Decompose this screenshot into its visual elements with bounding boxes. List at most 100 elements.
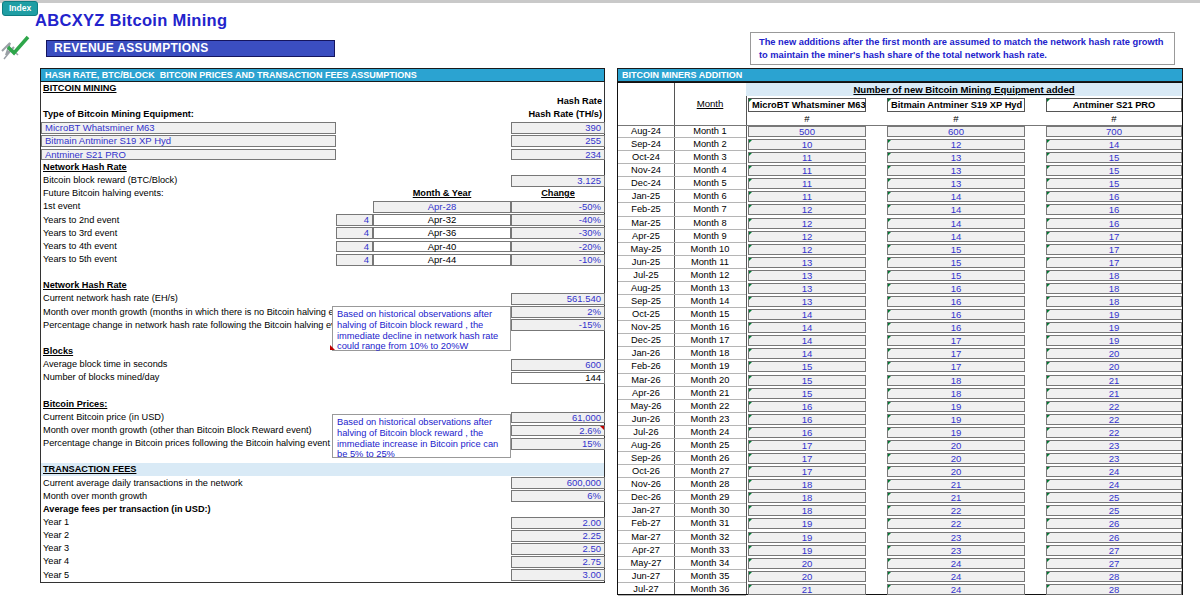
date-cell[interactable]: Apr-26: [618, 387, 674, 400]
equipment-name-cell[interactable]: MicroBT Whatsminer M63: [41, 122, 336, 134]
month-cell[interactable]: Month 13: [674, 282, 746, 295]
equipment-count-cell[interactable]: 22: [1046, 414, 1182, 425]
equipment-count-cell[interactable]: 20: [1046, 361, 1182, 372]
equipment-count-cell[interactable]: 20: [748, 571, 866, 582]
equipment-count-cell[interactable]: 17: [1046, 231, 1182, 242]
value-cell[interactable]: 3.00: [511, 569, 605, 581]
equipment-count-cell[interactable]: 25: [1046, 505, 1182, 516]
date-cell[interactable]: Nov-24: [618, 164, 674, 177]
equipment-count-cell[interactable]: 15: [887, 270, 1025, 281]
equipment-count-cell[interactable]: 19: [748, 518, 866, 529]
equipment-count-cell[interactable]: 25: [1046, 492, 1182, 503]
equipment-count-cell[interactable]: 14: [748, 348, 866, 359]
value-cell[interactable]: 2.75: [511, 556, 605, 568]
equipment-count-cell[interactable]: 17: [748, 453, 866, 464]
equipment-count-cell[interactable]: 15: [887, 257, 1025, 268]
equipment-count-cell[interactable]: 19: [1046, 322, 1182, 333]
date-cell[interactable]: Aug-24: [618, 125, 674, 138]
value-cell[interactable]: -15%: [511, 319, 605, 331]
date-cell[interactable]: Mar-25: [618, 217, 674, 230]
equipment-count-cell[interactable]: 16: [1046, 218, 1182, 229]
month-cell[interactable]: Month 28: [674, 478, 746, 491]
equipment-count-cell[interactable]: 12: [748, 218, 866, 229]
equipment-count-cell[interactable]: 21: [1046, 388, 1182, 399]
month-cell[interactable]: Month 4: [674, 164, 746, 177]
month-cell[interactable]: Month 24: [674, 426, 746, 439]
equipment-count-cell[interactable]: 15: [748, 388, 866, 399]
date-cell[interactable]: Nov-25: [618, 321, 674, 334]
date-cell[interactable]: Dec-26: [618, 491, 674, 504]
equipment-count-cell[interactable]: 14: [887, 204, 1025, 215]
equipment-count-cell[interactable]: 15: [887, 244, 1025, 255]
equipment-count-cell[interactable]: 19: [748, 532, 866, 543]
equipment-name-cell[interactable]: Antminer S21 PRO: [41, 149, 336, 161]
equipment-count-cell[interactable]: 17: [1046, 257, 1182, 268]
month-cell[interactable]: Month 19: [674, 360, 746, 373]
date-cell[interactable]: Jan-26: [618, 347, 674, 360]
value-cell[interactable]: 61,000: [511, 412, 605, 424]
value-cell[interactable]: 600,000: [511, 477, 605, 489]
equipment-count-cell[interactable]: 21: [887, 492, 1025, 503]
month-cell[interactable]: Month 25: [674, 439, 746, 452]
equipment-count-cell[interactable]: 20: [887, 466, 1025, 477]
equipment-count-cell[interactable]: 18: [1046, 283, 1182, 294]
equipment-count-cell[interactable]: 27: [1046, 558, 1182, 569]
equipment-count-cell[interactable]: 14: [887, 218, 1025, 229]
equipment-count-cell[interactable]: 22: [887, 505, 1025, 516]
month-cell[interactable]: Month 21: [674, 387, 746, 400]
equipment-count-cell[interactable]: 16: [748, 401, 866, 412]
value-cell[interactable]: 234: [511, 149, 605, 161]
equipment-count-cell[interactable]: 14: [887, 191, 1025, 202]
date-cell[interactable]: Apr-27: [618, 544, 674, 557]
equipment-count-cell[interactable]: 15: [1046, 165, 1182, 176]
change-cell[interactable]: -40%: [511, 214, 605, 226]
equipment-count-cell[interactable]: 23: [1046, 453, 1182, 464]
month-cell[interactable]: Month 30: [674, 504, 746, 517]
equipment-count-cell[interactable]: 19: [1046, 309, 1182, 320]
years-cell[interactable]: 4: [336, 227, 373, 239]
equipment-count-cell[interactable]: 18: [748, 479, 866, 490]
equipment-count-cell[interactable]: 27: [1046, 545, 1182, 556]
equipment-count-cell[interactable]: 15: [1046, 178, 1182, 189]
equipment-count-cell[interactable]: 24: [1046, 466, 1182, 477]
date-cell[interactable]: Jul-26: [618, 426, 674, 439]
date-cell[interactable]: Feb-27: [618, 517, 674, 530]
month-cell[interactable]: Month 23: [674, 413, 746, 426]
equipment-count-cell[interactable]: 19: [1046, 335, 1182, 346]
equipment-count-cell[interactable]: 16: [887, 322, 1025, 333]
month-cell[interactable]: Month 8: [674, 217, 746, 230]
equipment-count-cell[interactable]: 15: [748, 375, 866, 386]
equipment-count-cell[interactable]: 19: [887, 414, 1025, 425]
date-cell[interactable]: Jan-27: [618, 504, 674, 517]
month-cell[interactable]: Month 10: [674, 243, 746, 256]
equipment-count-cell[interactable]: 28: [1046, 584, 1182, 595]
equipment-count-cell[interactable]: 24: [887, 571, 1025, 582]
equipment-count-cell[interactable]: 14: [748, 335, 866, 346]
equipment-count-cell[interactable]: 28: [1046, 571, 1182, 582]
equipment-count-cell[interactable]: 18: [1046, 270, 1182, 281]
date-cell[interactable]: May-26: [618, 400, 674, 413]
equipment-count-cell[interactable]: 19: [887, 401, 1025, 412]
month-year-cell[interactable]: Apr-36: [373, 227, 511, 239]
date-cell[interactable]: Oct-26: [618, 465, 674, 478]
value-cell[interactable]: 390: [511, 122, 605, 134]
value-cell[interactable]: 561.540: [511, 293, 605, 305]
month-cell[interactable]: Month 14: [674, 295, 746, 308]
equipment-count-cell[interactable]: 14: [748, 322, 866, 333]
date-cell[interactable]: Feb-26: [618, 360, 674, 373]
equipment-count-cell[interactable]: 21: [887, 479, 1025, 490]
equipment-count-cell[interactable]: 23: [887, 532, 1025, 543]
change-cell[interactable]: -10%: [511, 254, 605, 266]
month-cell[interactable]: Month 5: [674, 177, 746, 190]
equipment-count-cell[interactable]: 11: [748, 191, 866, 202]
equipment-count-cell[interactable]: 15: [1046, 152, 1182, 163]
equipment-count-cell[interactable]: 14: [748, 309, 866, 320]
equipment-count-cell[interactable]: 13: [887, 152, 1025, 163]
month-cell[interactable]: Month 32: [674, 531, 746, 544]
date-cell[interactable]: Jan-25: [618, 190, 674, 203]
month-cell[interactable]: Month 33: [674, 544, 746, 557]
month-cell[interactable]: Month 9: [674, 230, 746, 243]
equipment-count-cell[interactable]: 13: [748, 257, 866, 268]
month-cell[interactable]: Month 20: [674, 374, 746, 387]
month-cell[interactable]: Month 7: [674, 203, 746, 216]
